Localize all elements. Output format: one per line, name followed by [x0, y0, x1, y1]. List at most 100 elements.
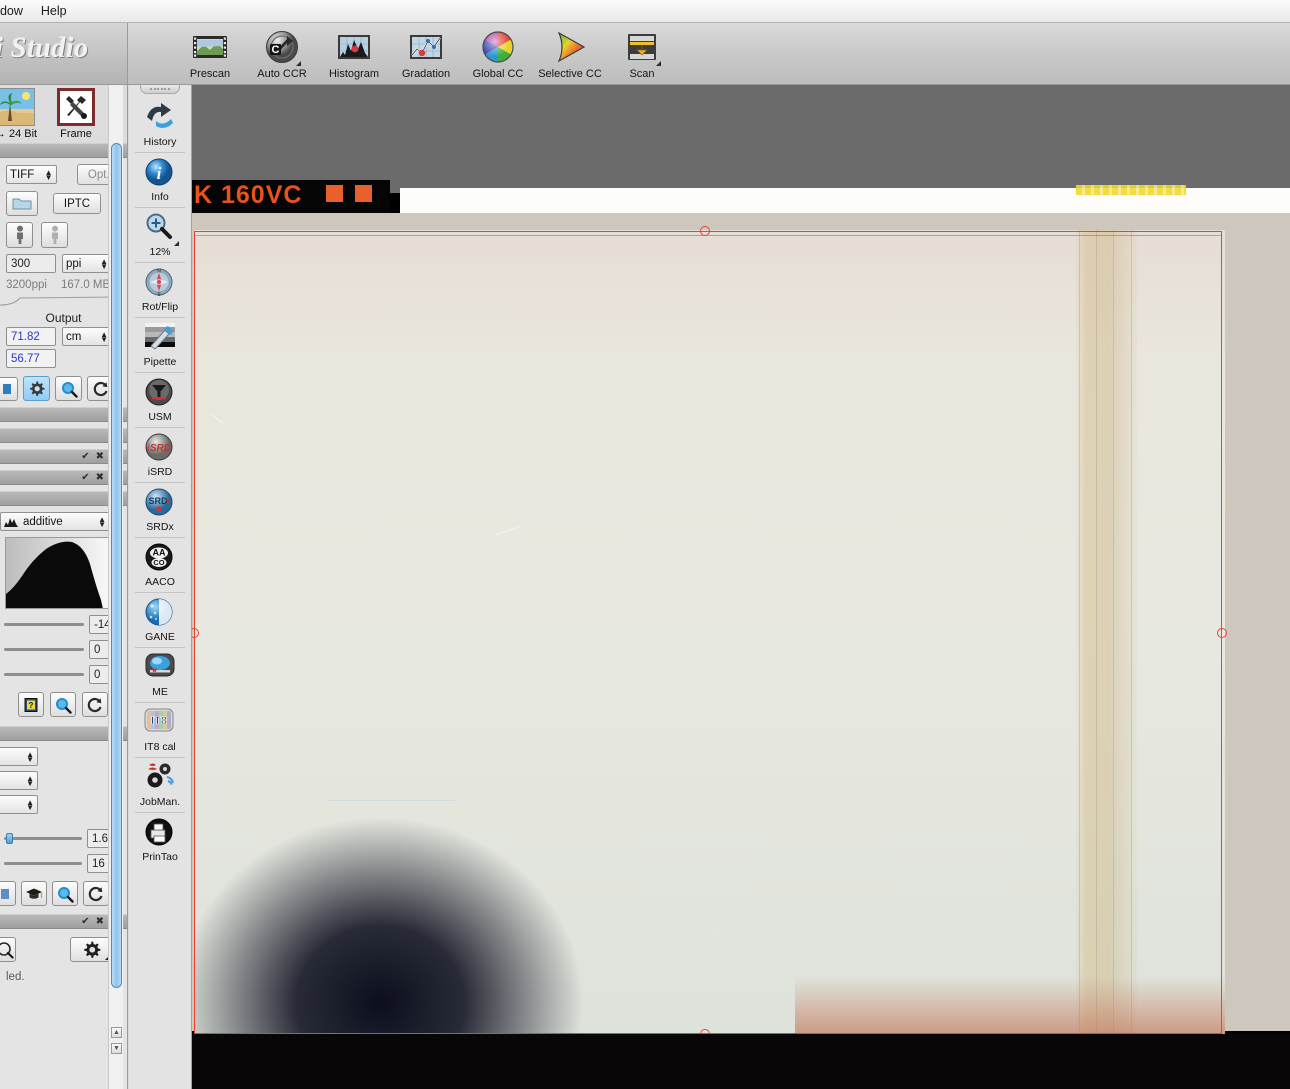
- spin-arrows-icon[interactable]: ▲ ▼: [22, 798, 34, 811]
- slider-track[interactable]: [4, 673, 84, 676]
- tool-printao[interactable]: PrinTao: [129, 813, 191, 867]
- toolbar-button-global-cc[interactable]: Global CC: [466, 23, 530, 80]
- tool-srdx[interactable]: SRD x SRDx: [129, 483, 191, 537]
- film-edge-text: K 160VC: [194, 181, 303, 209]
- check-icon[interactable]: ✔: [81, 451, 89, 462]
- tool-jobmanager[interactable]: JobMan.: [129, 758, 191, 812]
- file-format-value: TIFF: [10, 168, 35, 181]
- slider-track[interactable]: [4, 648, 84, 651]
- toolbar-label: Selective CC: [538, 68, 602, 80]
- spin-arrows-icon[interactable]: ▲ ▼: [22, 750, 34, 763]
- scroll-down-arrow-icon[interactable]: ▼: [111, 1043, 122, 1054]
- magnify-icon[interactable]: [50, 692, 76, 717]
- main-toolbar: Prescan C Auto CCR Histogram Gradation G…: [128, 23, 1290, 85]
- frame-tools-icon: [57, 88, 95, 126]
- spin-arrows-icon[interactable]: ▲ ▼: [94, 515, 106, 528]
- jobmanager-icon: [143, 761, 177, 795]
- scan-icon: [622, 27, 662, 67]
- panel-icon[interactable]: [0, 881, 16, 906]
- scan-preview-area[interactable]: K 160VC 5: [192, 85, 1290, 1089]
- landscape-person-icon[interactable]: [41, 222, 68, 248]
- tool-pipette[interactable]: Pipette: [129, 318, 191, 372]
- slider-track[interactable]: [4, 862, 82, 865]
- refresh-icon[interactable]: [83, 881, 109, 906]
- scrollbar-thumb[interactable]: [111, 143, 122, 988]
- filmstrip-icon: [190, 27, 230, 67]
- stepper-select-3[interactable]: ▲ ▼: [0, 795, 38, 814]
- slider-track[interactable]: [4, 833, 82, 844]
- stepper-select-1[interactable]: ▲ ▼: [0, 747, 38, 766]
- toolbar-label: Prescan: [189, 68, 231, 80]
- gear-icon[interactable]: [23, 376, 50, 401]
- check-icon[interactable]: ✔: [81, 916, 89, 927]
- file-format-select[interactable]: TIFF ▲ ▼: [6, 165, 57, 184]
- tool-it8-cal[interactable]: IT8 IT8 cal: [129, 703, 191, 757]
- cross-icon[interactable]: ✖: [96, 472, 104, 483]
- tool-zoom[interactable]: 12%: [129, 208, 191, 262]
- film-marker-square: [326, 185, 343, 202]
- histogram-display[interactable]: [5, 537, 122, 609]
- toolbar-button-histogram[interactable]: Histogram: [322, 23, 386, 80]
- dropdown-corner-icon[interactable]: [656, 61, 661, 66]
- it8-icon: IT8: [143, 706, 177, 740]
- tool-rot-flip[interactable]: N S Rot/Flip: [129, 263, 191, 317]
- magnify-icon[interactable]: [52, 881, 78, 906]
- histogram-mode-select[interactable]: additive ▲ ▼: [0, 512, 110, 531]
- tool-label: USM: [148, 411, 172, 423]
- spin-arrows-icon[interactable]: ▲ ▼: [96, 257, 108, 270]
- tool-me[interactable]: ME: [129, 648, 191, 702]
- printao-icon: [143, 816, 177, 850]
- gear-menu-icon[interactable]: [70, 937, 112, 962]
- iptc-button[interactable]: IPTC: [53, 193, 101, 214]
- image-mode-button[interactable]: → 24 Bit: [0, 88, 46, 140]
- info-circle-icon: i: [143, 156, 177, 190]
- dropdown-corner-icon[interactable]: [296, 61, 301, 66]
- magnify-icon[interactable]: [0, 937, 16, 962]
- resolution-input[interactable]: 300: [6, 254, 56, 273]
- tool-info[interactable]: i Info: [129, 153, 191, 207]
- output-height-input[interactable]: 56.77: [6, 349, 56, 368]
- scroll-up-arrow-icon[interactable]: ▲: [111, 1027, 122, 1038]
- tool-isrd[interactable]: iSRD iSRD: [129, 428, 191, 482]
- gradation-curve-icon: [406, 27, 446, 67]
- tool-usm[interactable]: USM: [129, 373, 191, 427]
- magnify-icon[interactable]: [55, 376, 82, 401]
- output-width-input[interactable]: 71.82: [6, 327, 56, 346]
- refresh-icon[interactable]: [82, 692, 108, 717]
- spin-arrows-icon[interactable]: ▲ ▼: [41, 168, 53, 181]
- book-help-icon[interactable]: ?: [18, 692, 44, 717]
- graduate-cap-icon[interactable]: [21, 881, 47, 906]
- menu-window[interactable]: ndow: [0, 1, 32, 21]
- toolbar-button-gradation[interactable]: Gradation: [394, 23, 458, 80]
- cross-icon[interactable]: ✖: [96, 916, 104, 927]
- tool-label: GANE: [145, 631, 175, 643]
- tool-history[interactable]: History: [129, 98, 191, 152]
- left-panel-scrollbar[interactable]: ▲ ▼: [108, 85, 123, 1089]
- stepper-select-2[interactable]: ▲ ▼: [0, 771, 38, 790]
- frame-button[interactable]: Frame: [46, 88, 106, 140]
- menu-help[interactable]: Help: [32, 1, 76, 21]
- slider-knob[interactable]: [5, 833, 13, 844]
- resolution-unit-select[interactable]: ppi ▲ ▼: [62, 254, 112, 273]
- cross-icon[interactable]: ✖: [96, 451, 104, 462]
- dropdown-corner-icon[interactable]: [174, 241, 179, 246]
- tool-gane[interactable]: GANE: [129, 593, 191, 647]
- srdx-icon: SRD x: [143, 486, 177, 520]
- spin-arrows-icon[interactable]: ▲ ▼: [22, 774, 34, 787]
- spin-arrows-icon[interactable]: ▲ ▼: [96, 330, 108, 343]
- tool-aaco[interactable]: AA CO AACO: [129, 538, 191, 592]
- toolbar-button-selective-cc[interactable]: Selective CC: [538, 23, 602, 80]
- folder-icon[interactable]: [6, 191, 38, 216]
- aaco-icon: AA CO: [143, 541, 177, 575]
- photo-warm-bottom: [795, 977, 1225, 1035]
- portrait-person-icon[interactable]: [6, 222, 33, 248]
- toolbar-button-auto-ccr[interactable]: C Auto CCR: [250, 23, 314, 80]
- reset-icon[interactable]: [0, 376, 18, 401]
- me-icon: [143, 651, 177, 685]
- output-unit-select[interactable]: cm ▲ ▼: [62, 327, 112, 346]
- toolbar-button-prescan[interactable]: Prescan: [178, 23, 242, 80]
- check-icon[interactable]: ✔: [81, 472, 89, 483]
- toolbar-button-scan[interactable]: Scan: [610, 23, 674, 80]
- slider-track[interactable]: [4, 623, 84, 626]
- toolstrip-grip-handle[interactable]: [140, 85, 180, 94]
